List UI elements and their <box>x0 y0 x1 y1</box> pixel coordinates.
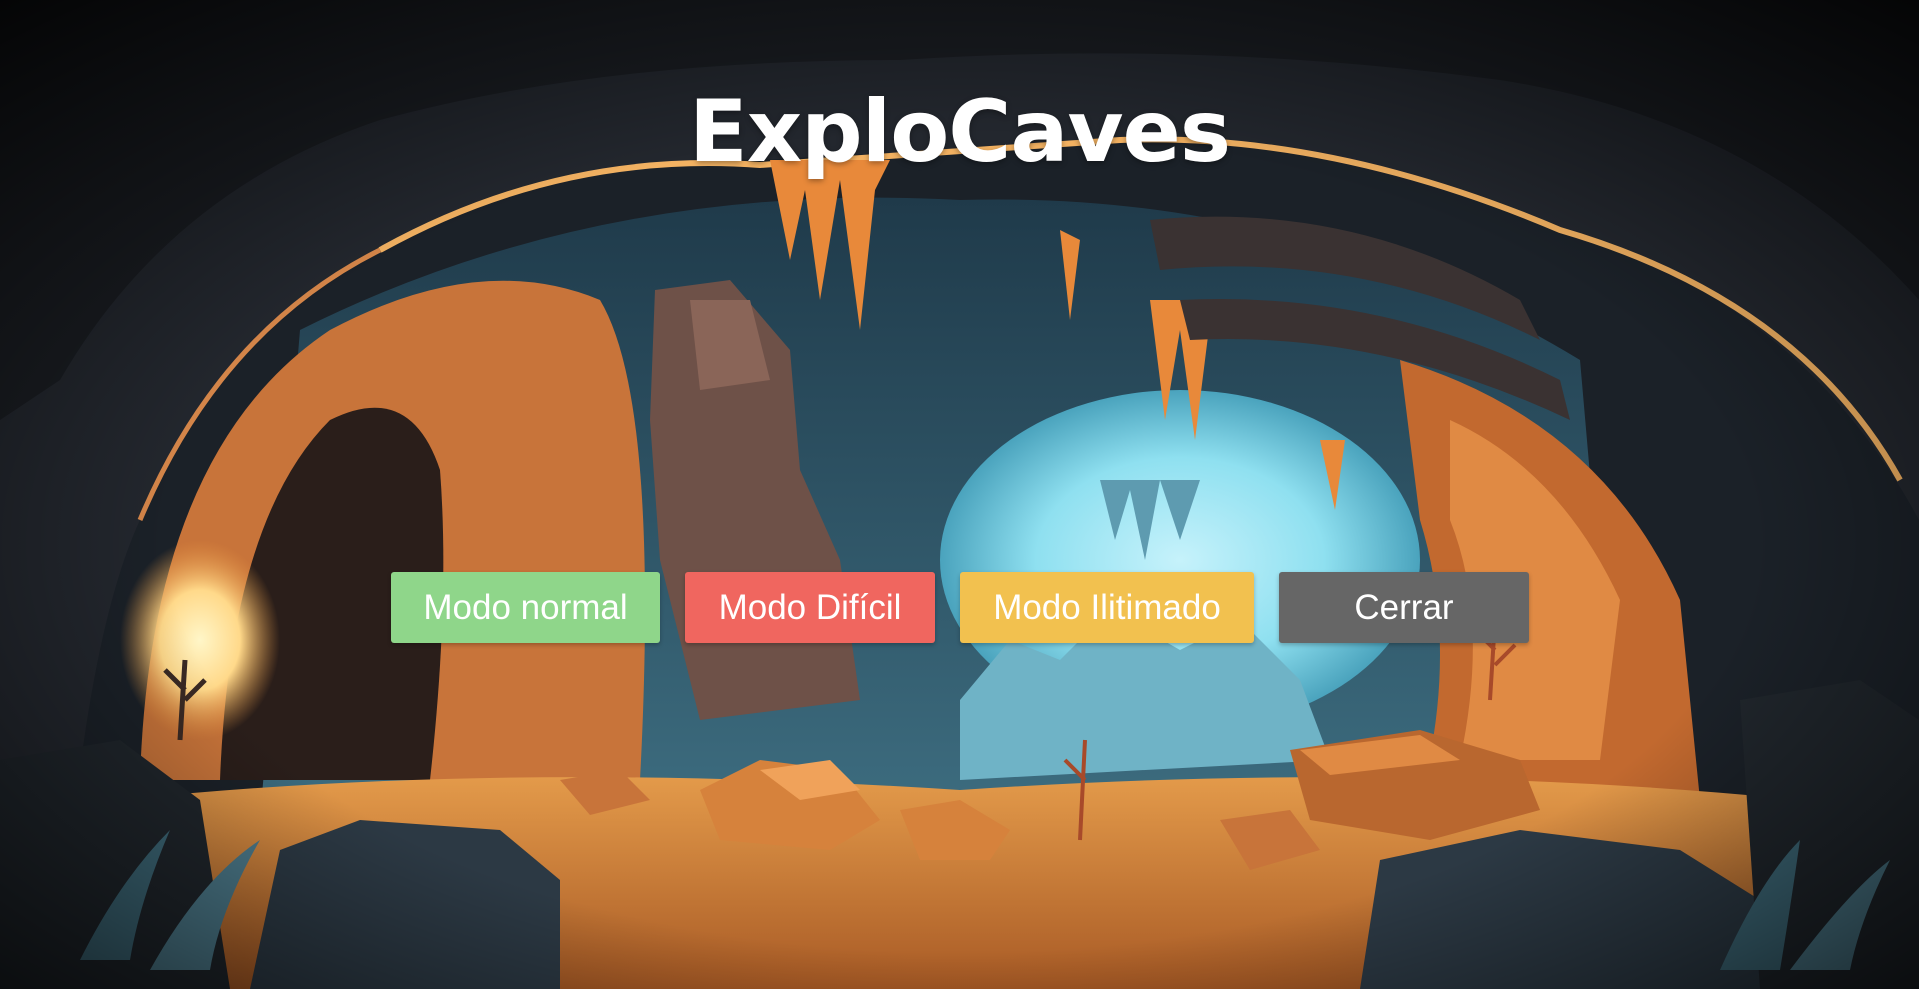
unlimited-mode-button[interactable]: Modo Ilitimado <box>960 572 1254 643</box>
game-title: ExploCaves <box>688 82 1231 182</box>
normal-mode-button[interactable]: Modo normal <box>391 572 660 643</box>
close-button[interactable]: Cerrar <box>1279 572 1529 643</box>
hard-mode-button[interactable]: Modo Difícil <box>685 572 935 643</box>
game-screen: ExploCaves Modo normal Modo Difícil Modo… <box>0 0 1919 989</box>
